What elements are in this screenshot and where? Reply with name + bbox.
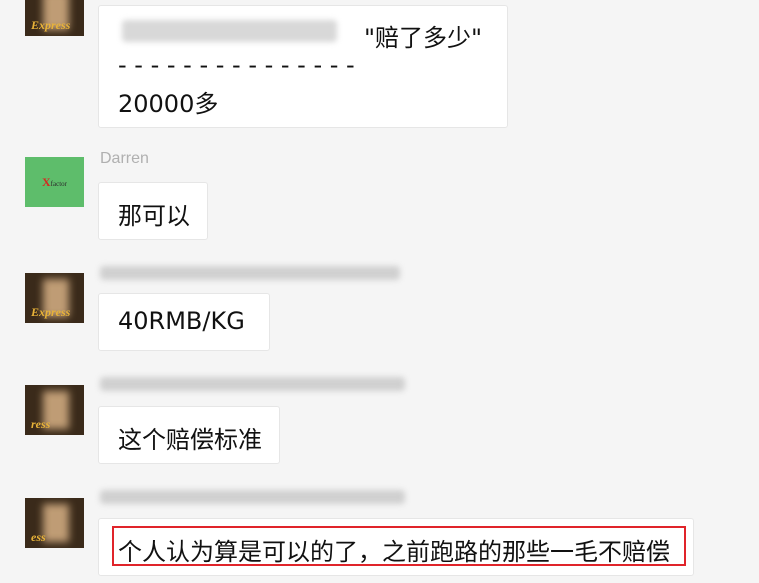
message-bubble[interactable]: 这个赔偿标准 [98,406,280,464]
highlight-box [112,526,686,566]
redacted-sender-name [100,266,400,280]
express-badge: Express [31,305,71,319]
express-badge: ress [31,417,51,431]
sender-name: Darren [100,150,149,167]
message-bubble[interactable]: "赔了多少" - - - - - - - - - - - - - - - 200… [98,5,508,128]
avatar[interactable]: Xfactor [25,157,84,207]
message-text: 20000多 [118,90,219,118]
x-factor-logo: Xfactor [42,175,67,189]
express-badge: ess [31,530,46,544]
express-badge: Express [31,18,71,32]
message-text: "赔了多少" [364,24,483,52]
avatar-blur [43,504,69,542]
avatar[interactable]: ess [25,498,84,548]
message-bubble[interactable]: 40RMB/KG [98,293,270,351]
redacted-sender-name [100,490,405,504]
message-text: 这个赔偿标准 [118,426,262,454]
avatar[interactable]: ress [25,385,84,435]
avatar[interactable]: Express [25,0,84,36]
message-text: - - - - - - - - - - - - - - - [118,51,355,79]
avatar[interactable]: Express [25,273,84,323]
chat-history: Express "赔了多少" - - - - - - - - - - - - -… [0,0,759,583]
message-text: 40RMB/KG [118,307,245,335]
message-text: 那可以 [118,202,190,230]
message-bubble[interactable]: 那可以 [98,182,208,240]
redacted-sender-name [100,377,405,391]
redacted-text [122,20,337,42]
